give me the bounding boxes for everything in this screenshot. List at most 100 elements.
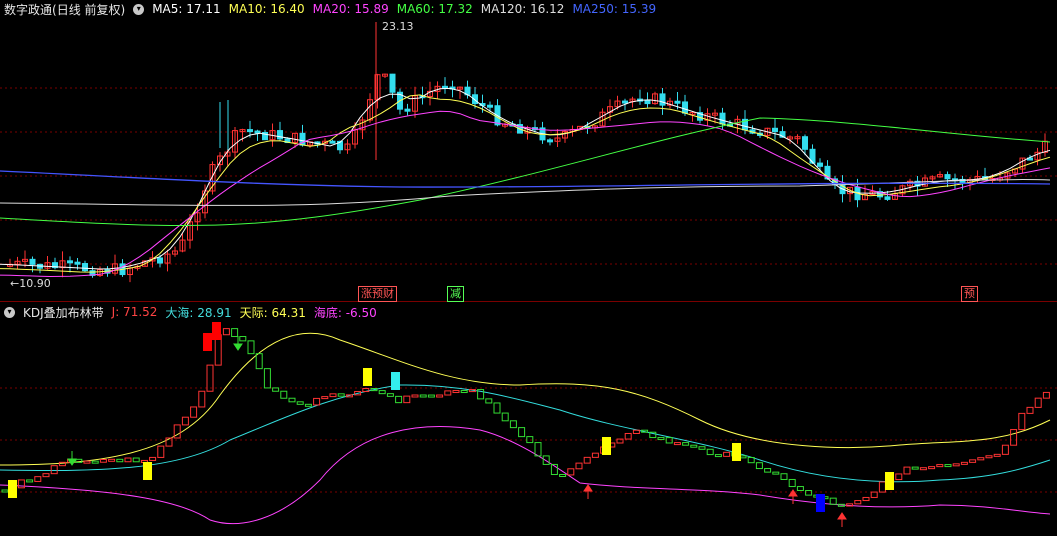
kdj-bar [362, 387, 370, 393]
kdj-bar [632, 429, 640, 434]
kdj-bar [395, 395, 403, 404]
kdj-bar [190, 406, 198, 418]
kdj-bar [378, 390, 386, 395]
kdj-bar [895, 473, 903, 481]
kdj-bar [288, 397, 296, 403]
kdj-bar [419, 394, 427, 398]
kdj-bar [952, 463, 960, 467]
kdj-bar [198, 390, 206, 408]
kdj-bar [42, 473, 50, 478]
kdj-bar [83, 460, 91, 464]
ma10-label: MA10: 16.40 [228, 2, 305, 16]
kdj-signal-block [143, 462, 152, 480]
kdj-bar [501, 412, 509, 422]
kdj-bar [1026, 406, 1034, 414]
kdj-bar [444, 390, 452, 396]
kdj-bar [296, 401, 304, 405]
kdj-bar [862, 496, 870, 502]
kdj-bar [181, 416, 189, 426]
kdj-bar [231, 328, 239, 338]
kdj-bar [682, 442, 690, 446]
kdj-bar [829, 497, 837, 505]
kdj-bar [485, 398, 493, 404]
kdj-bar [985, 455, 993, 459]
kdj-bar [222, 328, 230, 336]
kdj-bar [403, 395, 411, 404]
tianji-line [0, 332, 1051, 466]
kdj-bar [1042, 391, 1050, 399]
dahai-label: 大海: 28.91 [165, 305, 232, 320]
kdj-bar [452, 390, 460, 394]
kdj-bar [575, 462, 583, 470]
kdj-bar [969, 459, 977, 463]
kdj-bar [796, 486, 804, 492]
kdj-bar [17, 479, 25, 489]
kdj-bar [698, 446, 706, 450]
kdj-bar [99, 458, 107, 463]
kdj-bar [755, 462, 763, 470]
kdj-bar [714, 454, 722, 458]
kdj-bar [993, 453, 1001, 457]
ma5-label: MA5: 17.11 [152, 2, 221, 16]
event-marker-reduce[interactable]: 减 [447, 286, 464, 302]
kdj-bar [411, 394, 419, 398]
stock-title[interactable]: 数字政通(日线 前复权) [4, 1, 125, 18]
kdj-bar [50, 465, 58, 475]
kdj-bar [805, 490, 813, 496]
kdj-bar [903, 466, 911, 475]
kdj-bar [427, 394, 435, 398]
event-marker-earnings[interactable]: 涨预财 [358, 286, 397, 302]
kdj-bar [124, 457, 132, 463]
kdj-bar [206, 364, 214, 392]
kdj-bar [157, 445, 165, 458]
kdj-bar [673, 442, 681, 446]
ma250-label: MA250: 15.39 [572, 2, 657, 16]
indicator-title[interactable]: KDJ叠加布林带 [23, 304, 104, 321]
kdj-bar [764, 468, 772, 473]
kdj-bar [272, 387, 280, 392]
kdj-bar [936, 464, 944, 468]
kdj-bar [690, 444, 698, 448]
kdj-signal-block [391, 372, 400, 390]
kdj-bar [870, 491, 878, 498]
kdj-bar [239, 336, 247, 342]
kdj-bar [304, 403, 312, 407]
kdj-bar [723, 451, 731, 457]
kdj-bollinger-chart[interactable] [0, 0, 1057, 536]
ma20-label: MA20: 15.89 [312, 2, 389, 16]
kdj-bar [960, 461, 968, 465]
kdj-bar [460, 390, 468, 394]
ma60-label: MA60: 17.32 [396, 2, 473, 16]
kdj-bar [1018, 412, 1026, 431]
kdj-bar [321, 396, 329, 400]
kdj-bar [928, 466, 936, 470]
event-marker-forecast[interactable]: 预 [961, 286, 978, 302]
kdj-signal-block [816, 494, 825, 512]
kdj-bar [1034, 397, 1042, 408]
kdj-bar [624, 432, 632, 440]
kdj-bar [559, 474, 567, 478]
kdj-bar [780, 473, 788, 480]
sub-chart-header: ▾ KDJ叠加布林带 J: 71.52 大海: 28.91 天际: 64.31 … [0, 303, 377, 321]
kdj-bar [567, 468, 575, 476]
kdj-bar [149, 456, 157, 461]
up-arrow-icon [837, 512, 847, 527]
kdj-bar [591, 452, 599, 458]
dropdown-icon[interactable]: ▾ [4, 306, 15, 318]
kdj-bar [788, 478, 796, 488]
kdj-bar [132, 457, 140, 463]
kdj-bar [772, 471, 780, 475]
kdj-bar [1010, 429, 1018, 446]
kdj-bar [944, 464, 952, 468]
main-chart-header: 数字政通(日线 前复权) ▾ MA5: 17.11 MA10: 16.40 MA… [0, 0, 656, 18]
ma120-label: MA120: 16.12 [480, 2, 565, 16]
kdj-bar [509, 420, 517, 429]
kdj-bar [386, 393, 394, 397]
kdj-signal-block [363, 368, 372, 386]
kdj-signal-block [8, 480, 17, 498]
kdj-bar [280, 390, 288, 399]
dropdown-icon[interactable]: ▾ [133, 3, 145, 15]
kdj-bar [34, 476, 42, 482]
kdj-bar [854, 500, 862, 505]
kdj-bar [493, 402, 501, 414]
